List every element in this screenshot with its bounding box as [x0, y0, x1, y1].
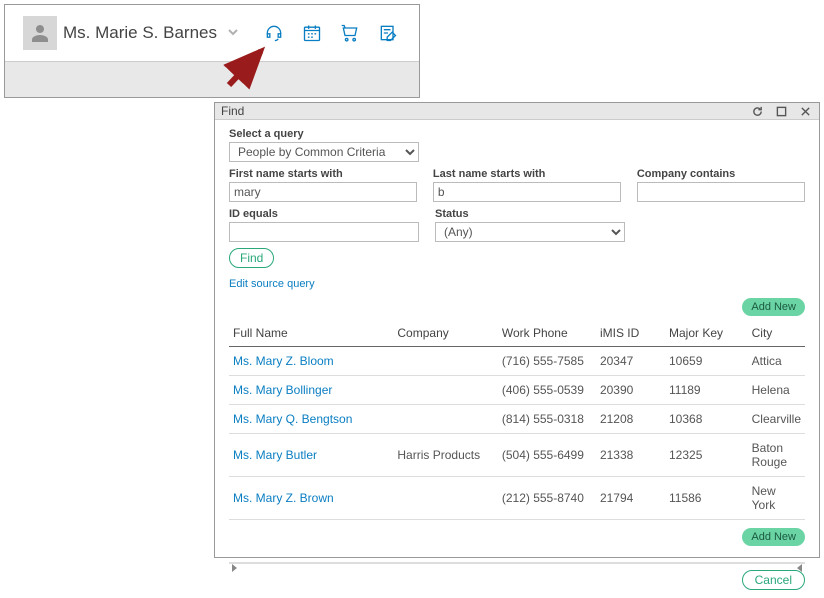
table-row: Ms. Mary Z. Bloom (716) 555-7585203471065… — [229, 347, 805, 376]
result-key: 10368 — [665, 405, 748, 434]
select-query-dropdown[interactable]: People by Common Criteria — [229, 142, 419, 162]
contact-header-band — [5, 61, 419, 97]
cancel-button[interactable]: Cancel — [742, 570, 805, 590]
result-name-link[interactable]: Ms. Mary Z. Bloom — [233, 354, 334, 368]
select-query-label: Select a query — [229, 128, 419, 140]
company-label: Company contains — [637, 168, 805, 180]
contact-header-panel: Ms. Marie S. Barnes — [4, 4, 420, 98]
result-company — [393, 376, 497, 405]
result-key: 12325 — [665, 434, 748, 477]
status-dropdown[interactable]: (Any) — [435, 222, 625, 242]
refresh-icon[interactable] — [749, 103, 765, 119]
expand-contact-chevron-icon[interactable] — [223, 25, 243, 41]
result-company: Harris Products — [393, 434, 497, 477]
result-name-link[interactable]: Ms. Mary Z. Brown — [233, 491, 334, 505]
results-table: Full Name Company Work Phone iMIS ID Maj… — [229, 320, 805, 520]
result-name-link[interactable]: Ms. Mary Butler — [233, 448, 317, 462]
table-row: Ms. Mary Q. Bengtson (814) 555-0318212081… — [229, 405, 805, 434]
add-new-row-top: Add New — [215, 294, 819, 316]
find-button[interactable]: Find — [229, 248, 274, 268]
first-name-input[interactable] — [229, 182, 417, 202]
last-name-label: Last name starts with — [433, 168, 621, 180]
horizontal-scrollbar[interactable] — [229, 562, 805, 564]
add-new-button-top[interactable]: Add New — [742, 298, 805, 316]
result-key: 11189 — [665, 376, 748, 405]
table-row: Ms. Mary Z. Brown (212) 555-8740217941158… — [229, 477, 805, 520]
col-full-name[interactable]: Full Name — [229, 320, 393, 347]
id-equals-input[interactable] — [229, 222, 419, 242]
table-row: Ms. Mary Butler Harris Products(504) 555-… — [229, 434, 805, 477]
company-input[interactable] — [637, 182, 805, 202]
last-name-input[interactable] — [433, 182, 621, 202]
col-major-key[interactable]: Major Key — [665, 320, 748, 347]
result-company — [393, 405, 497, 434]
result-name-link[interactable]: Ms. Mary Q. Bengtson — [233, 412, 352, 426]
result-company — [393, 347, 497, 376]
result-phone: (814) 555-0318 — [498, 405, 596, 434]
col-work-phone[interactable]: Work Phone — [498, 320, 596, 347]
result-city: Attica — [748, 347, 805, 376]
headset-icon[interactable] — [261, 20, 287, 46]
table-row: Ms. Mary Bollinger (406) 555-053920390111… — [229, 376, 805, 405]
result-id: 21338 — [596, 434, 665, 477]
contact-name: Ms. Marie S. Barnes — [63, 23, 217, 43]
edit-note-icon[interactable] — [375, 20, 401, 46]
result-key: 11586 — [665, 477, 748, 520]
maximize-icon[interactable] — [773, 103, 789, 119]
add-new-button-bottom[interactable]: Add New — [742, 528, 805, 546]
result-id: 20390 — [596, 376, 665, 405]
result-phone: (406) 555-0539 — [498, 376, 596, 405]
result-company — [393, 477, 497, 520]
close-icon[interactable] — [797, 103, 813, 119]
edit-source-query-link[interactable]: Edit source query — [229, 278, 315, 290]
col-city[interactable]: City — [748, 320, 805, 347]
result-city: Clearville — [748, 405, 805, 434]
result-phone: (212) 555-8740 — [498, 477, 596, 520]
find-title: Find — [221, 104, 741, 118]
result-id: 21208 — [596, 405, 665, 434]
status-label: Status — [435, 208, 625, 220]
result-city: Helena — [748, 376, 805, 405]
first-name-label: First name starts with — [229, 168, 417, 180]
avatar — [23, 16, 57, 50]
col-company[interactable]: Company — [393, 320, 497, 347]
result-id: 21794 — [596, 477, 665, 520]
id-equals-label: ID equals — [229, 208, 419, 220]
cancel-row: Cancel — [215, 568, 819, 598]
find-query-area: Select a query People by Common Criteria… — [215, 120, 819, 294]
result-city: New York — [748, 477, 805, 520]
find-dialog: Find Select a query People by Common Cri… — [214, 102, 820, 558]
result-name-link[interactable]: Ms. Mary Bollinger — [233, 383, 332, 397]
find-titlebar: Find — [215, 103, 819, 120]
result-city: Baton Rouge — [748, 434, 805, 477]
contact-header-row: Ms. Marie S. Barnes — [5, 5, 419, 61]
calendar-icon[interactable] — [299, 20, 325, 46]
result-key: 10659 — [665, 347, 748, 376]
add-new-row-bottom: Add New — [215, 524, 819, 546]
result-phone: (504) 555-6499 — [498, 434, 596, 477]
cart-icon[interactable] — [337, 20, 363, 46]
col-imis-id[interactable]: iMIS ID — [596, 320, 665, 347]
results-table-wrap: Full Name Company Work Phone iMIS ID Maj… — [215, 316, 819, 524]
result-phone: (716) 555-7585 — [498, 347, 596, 376]
result-id: 20347 — [596, 347, 665, 376]
